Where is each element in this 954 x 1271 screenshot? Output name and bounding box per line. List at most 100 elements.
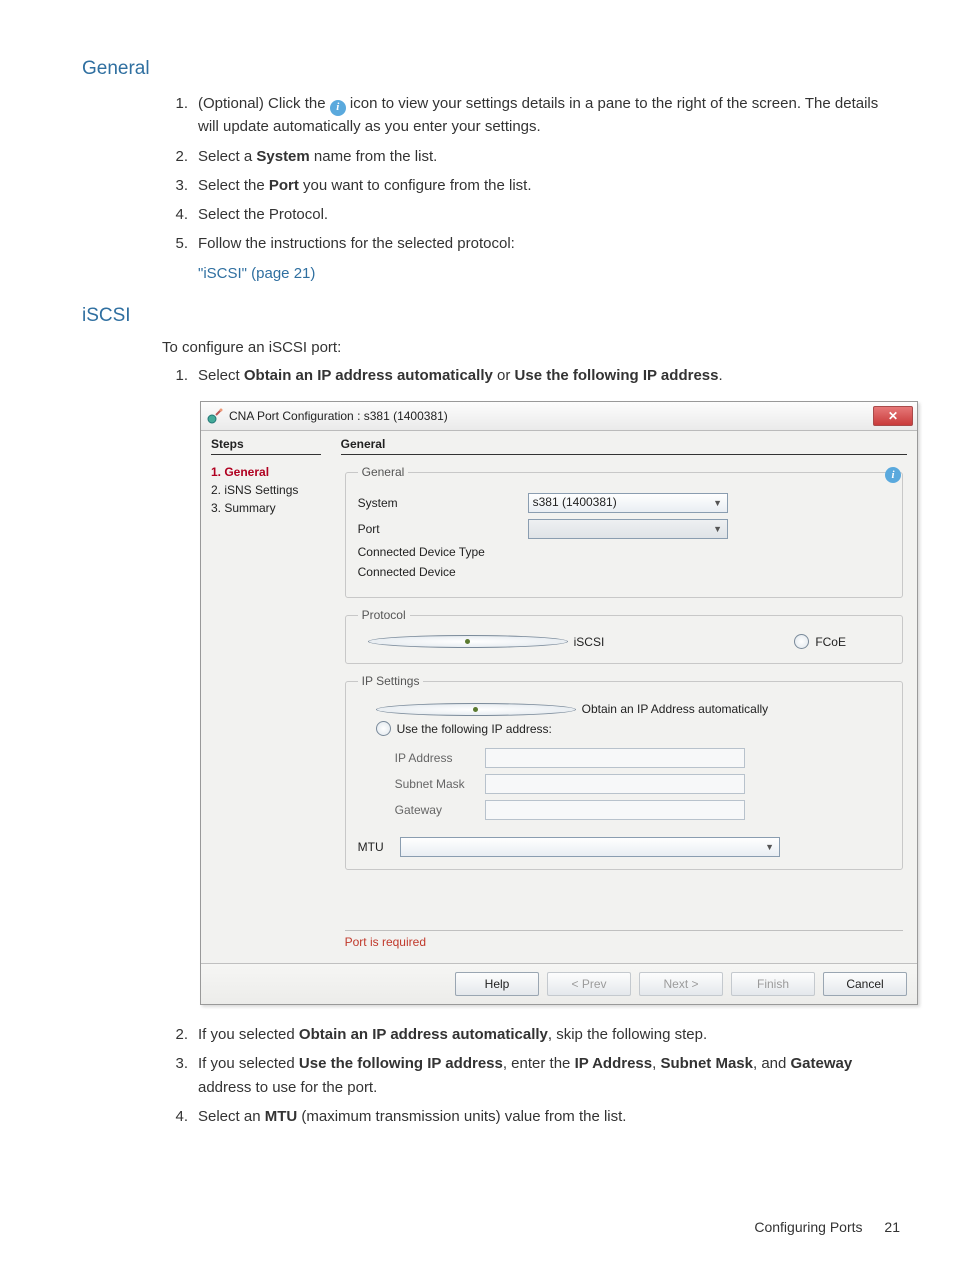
list-item: 4. Select the Protocol. <box>162 203 900 226</box>
mtu-bold: MTU <box>265 1108 298 1125</box>
gateway-input[interactable] <box>485 800 745 820</box>
radio-icon <box>794 634 809 649</box>
use-bold: Use the following IP address <box>299 1055 503 1072</box>
mask-bold: Subnet Mask <box>660 1055 753 1072</box>
steps-pane: Steps 1. General 2. iSNS Settings 3. Sum… <box>201 431 331 963</box>
chevron-down-icon: ▼ <box>763 840 777 854</box>
ip-bold: IP Address <box>575 1055 653 1072</box>
connected-device-type-label: Connected Device Type <box>358 545 528 559</box>
mtu-select[interactable]: ▼ <box>400 837 780 857</box>
step-number: 3. <box>162 1052 198 1099</box>
content-pane: General i General System s381 (1400381)▼… <box>331 431 917 963</box>
step-body: Follow the instructions for the selected… <box>198 232 900 285</box>
prev-button[interactable]: < Prev <box>547 972 631 996</box>
protocol-fcoe-radio[interactable]: FCoE <box>794 634 846 649</box>
validation-message: Port is required <box>345 930 903 949</box>
protocol-fieldset: Protocol iSCSI FCoE <box>345 608 903 664</box>
text: If you selected <box>198 1055 299 1072</box>
obtain-ip-radio[interactable]: Obtain an IP Address automatically <box>376 702 890 716</box>
port-label: Port <box>358 522 528 536</box>
step-number: 1. <box>162 364 198 387</box>
radio-selected-icon <box>368 635 568 648</box>
steps-header: Steps <box>211 437 321 455</box>
system-label: System <box>358 496 528 510</box>
text: Select <box>198 367 244 384</box>
iscsi-link[interactable]: "iSCSI" (page 21) <box>198 265 315 282</box>
dialog-title: CNA Port Configuration : s381 (1400381) <box>229 409 448 423</box>
list-item: 4. Select an MTU (maximum transmission u… <box>162 1105 900 1128</box>
text: . <box>718 367 722 384</box>
step-body: If you selected Obtain an IP address aut… <box>198 1023 900 1046</box>
step-number: 1. <box>162 92 198 139</box>
list-item: 2. Select a System name from the list. <box>162 145 900 168</box>
text: , enter the <box>503 1055 575 1072</box>
chevron-down-icon: ▼ <box>711 496 725 510</box>
radio-label: Obtain an IP Address automatically <box>582 702 769 716</box>
close-icon: ✕ <box>888 410 898 422</box>
list-item: 1. (Optional) Click the i icon to view y… <box>162 92 900 139</box>
subnet-mask-input[interactable] <box>485 774 745 794</box>
subnet-mask-label: Subnet Mask <box>395 777 485 791</box>
ip-address-label: IP Address <box>395 751 485 765</box>
section-heading-general: General <box>82 58 900 80</box>
step-body: Select a System name from the list. <box>198 145 900 168</box>
protocol-legend: Protocol <box>358 608 410 622</box>
wizard-icon <box>207 408 223 424</box>
system-value: s381 (1400381) <box>533 495 617 509</box>
gateway-bold: Gateway <box>791 1055 853 1072</box>
step-body: Select Obtain an IP address automaticall… <box>198 364 900 387</box>
page-footer: Configuring Ports 21 <box>754 1219 900 1235</box>
use-bold: Use the following IP address <box>515 367 719 384</box>
text: If you selected <box>198 1026 299 1043</box>
dialog-figure: CNA Port Configuration : s381 (1400381) … <box>200 401 900 1005</box>
wizard-step-isns[interactable]: 2. iSNS Settings <box>211 481 321 499</box>
finish-button[interactable]: Finish <box>731 972 815 996</box>
text: (maximum transmission units) value from … <box>297 1108 626 1125</box>
cna-port-dialog: CNA Port Configuration : s381 (1400381) … <box>200 401 918 1005</box>
iscsi-steps-list-bottom: 2. If you selected Obtain an IP address … <box>162 1023 900 1128</box>
system-bold: System <box>256 148 309 165</box>
text: Select the <box>198 177 269 194</box>
section-heading-iscsi: iSCSI <box>82 305 900 327</box>
chevron-down-icon: ▼ <box>711 522 725 536</box>
text: (Optional) Click the <box>198 95 330 112</box>
radio-icon <box>376 721 391 736</box>
step-body: If you selected Use the following IP add… <box>198 1052 900 1099</box>
use-ip-radio[interactable]: Use the following IP address: <box>376 721 890 736</box>
cancel-button[interactable]: Cancel <box>823 972 907 996</box>
text: address to use for the port. <box>198 1079 377 1096</box>
gateway-label: Gateway <box>395 803 485 817</box>
ip-settings-fieldset: IP Settings Obtain an IP Address automat… <box>345 674 903 870</box>
ip-settings-legend: IP Settings <box>358 674 424 688</box>
text: , skip the following step. <box>548 1026 707 1043</box>
connected-device-label: Connected Device <box>358 565 528 579</box>
help-button[interactable]: Help <box>455 972 539 996</box>
radio-selected-icon <box>376 703 576 716</box>
footer-title: Configuring Ports <box>754 1219 862 1235</box>
general-legend: General <box>358 465 409 479</box>
port-select[interactable]: ▼ <box>528 519 728 539</box>
step-number: 2. <box>162 1023 198 1046</box>
text: , and <box>753 1055 791 1072</box>
titlebar: CNA Port Configuration : s381 (1400381) … <box>201 402 917 431</box>
step-number: 2. <box>162 145 198 168</box>
step-body: (Optional) Click the i icon to view your… <box>198 92 900 139</box>
text: name from the list. <box>310 148 438 165</box>
obtain-bold: Obtain an IP address automatically <box>299 1026 548 1043</box>
next-button[interactable]: Next > <box>639 972 723 996</box>
ip-address-input[interactable] <box>485 748 745 768</box>
radio-label: iSCSI <box>574 635 605 649</box>
step-number: 4. <box>162 203 198 226</box>
info-icon[interactable]: i <box>885 467 901 483</box>
obtain-bold: Obtain an IP address automatically <box>244 367 493 384</box>
wizard-step-general[interactable]: 1. General <box>211 463 321 481</box>
general-steps-list: 1. (Optional) Click the i icon to view y… <box>162 92 900 285</box>
step-body: Select the Protocol. <box>198 203 900 226</box>
list-item: 1. Select Obtain an IP address automatic… <box>162 364 900 387</box>
protocol-iscsi-radio[interactable]: iSCSI <box>368 634 605 649</box>
system-select[interactable]: s381 (1400381) ▼ <box>528 493 728 513</box>
step-number: 5. <box>162 232 198 285</box>
close-button[interactable]: ✕ <box>873 406 913 426</box>
text: Select a <box>198 148 256 165</box>
wizard-step-summary[interactable]: 3. Summary <box>211 499 321 517</box>
